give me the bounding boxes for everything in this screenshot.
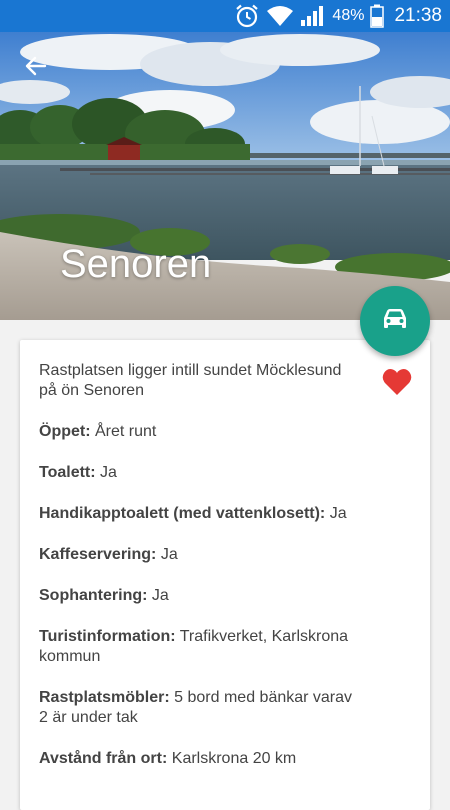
page-title: Senoren (60, 242, 212, 286)
alarm-icon (234, 3, 260, 29)
detail-label: Sophantering: (39, 587, 148, 604)
detail-label: Öppet: (39, 423, 91, 440)
detail-label: Handikapptoalett (med vattenklosett): (39, 505, 326, 522)
back-button[interactable] (16, 52, 56, 84)
detail-item: Rastplatsmöbler: 5 bord med bänkar varav… (39, 688, 359, 728)
detail-value: Ja (100, 464, 117, 481)
detail-value: Karlskrona 20 km (171, 750, 297, 767)
detail-item: Kaffeservering: Ja (39, 545, 359, 565)
detail-value: Året runt (95, 423, 157, 440)
detail-item: Handikapptoalett (med vattenklosett): Ja (39, 504, 359, 524)
detail-item: Turistinformation: Trafikverket, Karlskr… (39, 627, 359, 667)
details-content: Rastplatsen ligger intill sundet Möckles… (39, 361, 359, 790)
detail-label: Rastplatsmöbler: (39, 689, 170, 706)
detail-item: Öppet: Året runt (39, 422, 359, 442)
arrow-back-icon (24, 54, 48, 83)
favorite-button[interactable] (382, 368, 412, 401)
detail-item: Avstånd från ort: Karlskrona 20 km (39, 749, 359, 769)
clock: 21:38 (394, 5, 442, 26)
detail-label: Toalett: (39, 464, 96, 481)
battery-icon (370, 4, 385, 28)
navigate-car-button[interactable] (360, 286, 430, 356)
detail-label: Kaffeservering: (39, 546, 157, 563)
detail-item: Sophantering: Ja (39, 586, 359, 606)
car-icon (382, 308, 408, 335)
wifi-icon (266, 5, 294, 27)
description-text: Rastplatsen ligger intill sundet Möckles… (39, 362, 342, 399)
details-card: Rastplatsen ligger intill sundet Möckles… (20, 340, 430, 810)
detail-label: Turistinformation: (39, 628, 176, 645)
battery-percent: 48% (332, 7, 365, 24)
status-bar: 48% 21:38 (0, 0, 450, 32)
detail-item: Toalett: Ja (39, 463, 359, 483)
detail-value: Ja (160, 546, 178, 563)
status-icons: 48% 21:38 (234, 0, 442, 32)
detail-value: Ja (329, 505, 347, 522)
signal-icon (300, 5, 326, 27)
hero-image: Senoren (0, 32, 450, 320)
heart-icon (382, 369, 412, 395)
detail-label: Avstånd från ort: (39, 750, 168, 767)
detail-value: Ja (151, 587, 169, 604)
